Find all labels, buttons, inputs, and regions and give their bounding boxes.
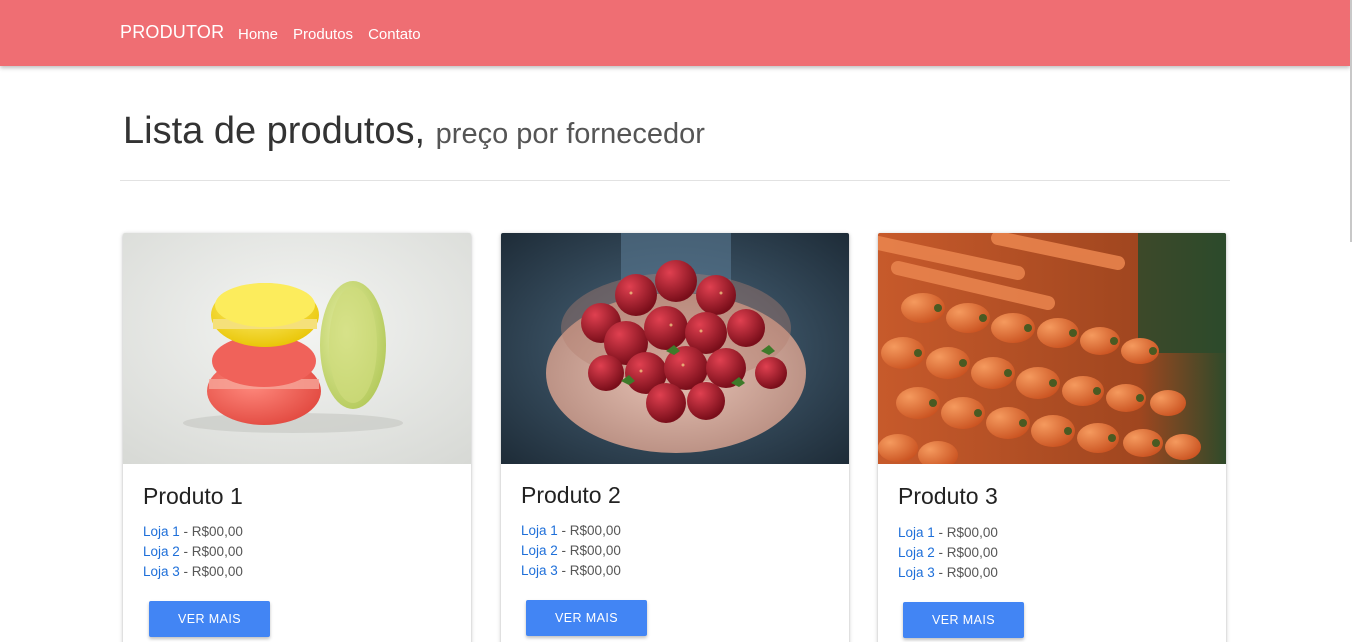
navbar: PRODUTOR Home Produtos Contato [0,0,1350,66]
store-price: R$00,00 [946,545,998,560]
product-card-1: Produto 1 Loja 1 - R$00,00 Loja 2 - R$00… [123,233,471,642]
store-link[interactable]: Loja 3 [521,563,558,578]
store-link[interactable]: Loja 1 [898,525,935,540]
nav-link-contato[interactable]: Contato [368,26,421,43]
store-price: R$00,00 [946,525,998,540]
store-price-row: Loja 3 - R$00,00 [898,565,998,580]
store-link[interactable]: Loja 3 [898,565,935,580]
store-price-list: Loja 1 - R$00,00 Loja 2 - R$00,00 Loja 3… [521,521,621,581]
store-price: R$00,00 [569,523,621,538]
page-title: Lista de produtos, preço por fornecedor [123,110,705,153]
store-price-list: Loja 1 - R$00,00 Loja 2 - R$00,00 Loja 3… [143,522,243,582]
store-link[interactable]: Loja 2 [521,543,558,558]
store-price-row: Loja 3 - R$00,00 [521,563,621,578]
store-price: R$00,00 [191,544,243,559]
product-image-strawberries [501,233,849,464]
product-image-carrots [878,233,1226,464]
product-title: Produto 2 [521,482,621,508]
store-price-row: Loja 3 - R$00,00 [143,564,243,579]
store-price-row: Loja 1 - R$00,00 [143,524,243,539]
store-link[interactable]: Loja 2 [143,544,180,559]
store-price: R$00,00 [191,524,243,539]
store-link[interactable]: Loja 3 [143,564,180,579]
store-price: R$00,00 [946,565,998,580]
store-price-row: Loja 2 - R$00,00 [898,545,998,560]
nav-link-home[interactable]: Home [238,26,278,43]
ver-mais-button[interactable]: VER MAIS [903,602,1024,638]
store-price-row: Loja 2 - R$00,00 [521,543,621,558]
nav-link-produtos[interactable]: Produtos [293,26,353,43]
store-price: R$00,00 [569,563,621,578]
page-title-main: Lista de produtos, [123,110,426,152]
store-link[interactable]: Loja 2 [898,545,935,560]
ver-mais-button[interactable]: VER MAIS [526,600,647,636]
store-price-row: Loja 2 - R$00,00 [143,544,243,559]
store-price: R$00,00 [191,564,243,579]
store-price-row: Loja 1 - R$00,00 [898,525,998,540]
brand-logo[interactable]: PRODUTOR [120,22,224,43]
page-subtitle: preço por fornecedor [435,118,705,150]
divider [120,180,1230,181]
product-card-2: Produto 2 Loja 1 - R$00,00 Loja 2 - R$00… [501,233,849,642]
product-image-macarons [123,233,471,464]
store-price: R$00,00 [569,543,621,558]
store-price-list: Loja 1 - R$00,00 Loja 2 - R$00,00 Loja 3… [898,523,998,583]
ver-mais-button[interactable]: VER MAIS [149,601,270,637]
store-price-row: Loja 1 - R$00,00 [521,523,621,538]
product-card-3: Produto 3 Loja 1 - R$00,00 Loja 2 - R$00… [878,233,1226,642]
store-link[interactable]: Loja 1 [521,523,558,538]
product-title: Produto 3 [898,483,998,509]
nav-menu: Home Produtos Contato [238,26,421,43]
product-title: Produto 1 [143,483,243,509]
store-link[interactable]: Loja 1 [143,524,180,539]
